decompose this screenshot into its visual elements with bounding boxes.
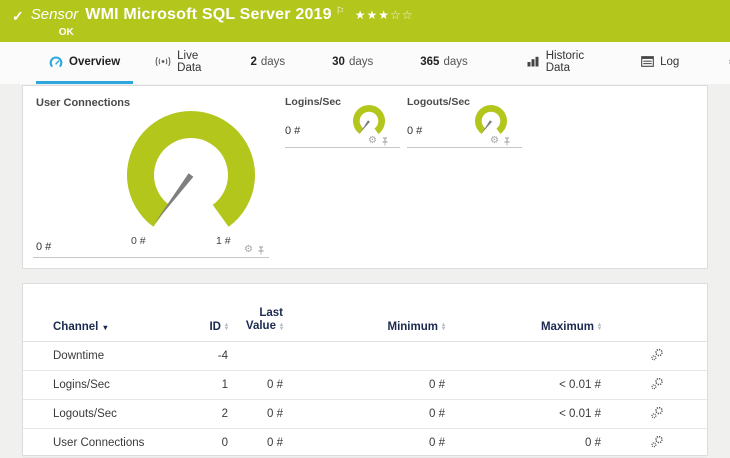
pin-icon[interactable] — [381, 136, 389, 146]
column-header-id-label: ID — [209, 321, 221, 333]
tab-365-days-label: days — [443, 55, 468, 68]
channel-last-value: 0 # — [267, 379, 283, 391]
tab-live-data[interactable]: Live Data — [142, 42, 214, 84]
channel-last-value: 0 # — [267, 408, 283, 420]
channel-minimum: 0 # — [429, 379, 445, 391]
flag-icon[interactable]: ⚐ — [336, 6, 345, 17]
sensor-title: WMI Microsoft SQL Server 2019 — [85, 6, 332, 23]
sensor-status-badge: OK — [58, 27, 74, 38]
gauge-icon — [49, 56, 63, 68]
tab-overview[interactable]: Overview — [36, 42, 134, 84]
channels-table-card: Channel ▾ ID ▴ ▾ Last Value ▴ ▾ Minimum ▴ ▾ — [22, 283, 708, 458]
gauge-panel-logouts-sec: Logouts/Sec 0 # ⚙ — [407, 96, 522, 148]
channel-last-value: 0 # — [267, 437, 283, 449]
column-header-last-label: Last — [259, 307, 283, 319]
log-list-icon — [641, 56, 654, 67]
gauge-title: Logins/Sec — [285, 96, 342, 108]
live-broadcast-icon — [155, 56, 171, 67]
tab-365-days[interactable]: 365 days — [407, 42, 480, 84]
page-content: User Connections 0 # 1 # 0 # ⚙ Logins/Se… — [0, 84, 730, 458]
channel-minimum: 0 # — [429, 408, 445, 420]
column-header-value-label: Value — [245, 320, 276, 332]
tab-2-days-number: 2 — [250, 55, 257, 68]
gear-icon[interactable]: ⚙ — [490, 136, 499, 146]
tab-365-days-number: 365 — [420, 55, 440, 68]
gauges-card: User Connections 0 # 1 # 0 # ⚙ Logins/Se… — [22, 85, 708, 269]
stars-filled: ★★★ — [354, 8, 390, 22]
sort-icon[interactable]: ▴ ▾ — [598, 322, 601, 332]
gauge-panel-logins-sec: Logins/Sec 0 # ⚙ — [285, 96, 400, 148]
channel-minimum: 0 # — [429, 437, 445, 449]
gauge-current-value: 0 # — [285, 125, 301, 137]
pin-icon[interactable] — [503, 136, 511, 146]
channel-name[interactable]: Logouts/Sec — [53, 408, 183, 420]
tab-2-days[interactable]: 2 days — [237, 42, 298, 84]
channel-name[interactable]: Downtime — [53, 350, 183, 362]
priority-star-rating[interactable]: ★★★☆☆ — [355, 8, 414, 22]
gauge-scale-max: 1 # — [216, 235, 231, 247]
gauge-scale-min: 0 # — [131, 235, 146, 247]
tab-settings[interactable]: ⚙ Settings — [715, 42, 730, 84]
sensor-header: ✓ Sensor WMI Microsoft SQL Server 2019 ⚐… — [0, 0, 730, 42]
logouts-sec-gauge — [475, 104, 507, 134]
gear-icon[interactable]: ⚙ — [244, 245, 253, 255]
channel-maximum: < 0.01 # — [559, 408, 601, 420]
table-header-row: Channel ▾ ID ▴ ▾ Last Value ▴ ▾ Minimum ▴ ▾ — [23, 284, 707, 342]
pin-icon[interactable] — [257, 245, 265, 255]
channel-id: -4 — [217, 350, 228, 362]
channel-id: 2 — [221, 408, 228, 420]
stars-empty: ☆☆ — [390, 8, 414, 22]
channel-maximum: 0 # — [585, 437, 601, 449]
sort-descending-icon[interactable]: ▾ — [103, 323, 107, 332]
column-header-minimum-label: Minimum — [387, 321, 438, 333]
logins-sec-gauge — [353, 104, 385, 134]
channel-settings-gears-icon[interactable] — [651, 348, 664, 361]
user-connections-gauge — [127, 111, 255, 227]
column-header-channel-label: Channel — [53, 321, 99, 333]
channel-settings-gears-icon[interactable] — [651, 435, 664, 448]
gauge-panel-user-connections: User Connections 0 # 1 # 0 # ⚙ — [33, 94, 269, 258]
tab-30-days-number: 30 — [332, 55, 345, 68]
channel-id: 0 — [221, 437, 228, 449]
tab-30-days-label: days — [348, 55, 374, 68]
table-row-downtime: Downtime -4 — [23, 342, 707, 371]
column-header-minimum[interactable]: Minimum ▴ ▾ — [283, 321, 446, 333]
gauge-current-value: 0 # — [36, 241, 52, 253]
tab-log[interactable]: Log — [628, 42, 692, 84]
gauge-title: Logouts/Sec — [407, 96, 471, 108]
channel-id: 1 — [221, 379, 228, 391]
channels-table: Channel ▾ ID ▴ ▾ Last Value ▴ ▾ Minimum ▴ ▾ — [23, 284, 707, 458]
tab-log-label: Log — [660, 55, 680, 68]
tab-historic-data[interactable]: Historic Data — [514, 42, 597, 84]
channel-maximum: < 0.01 # — [559, 379, 601, 391]
channel-settings-gears-icon[interactable] — [651, 377, 664, 390]
gear-icon[interactable]: ⚙ — [368, 136, 377, 146]
channel-name[interactable]: User Connections — [53, 437, 183, 449]
sensor-kind-label: Sensor — [30, 6, 79, 23]
gauge-current-value: 0 # — [407, 125, 423, 137]
table-row-user-connections: User Connections 0 0 # 0 # 0 # — [23, 429, 707, 458]
column-header-channel[interactable]: Channel ▾ — [53, 321, 183, 333]
column-header-id[interactable]: ID ▴ ▾ — [183, 321, 228, 333]
table-row-logouts-sec: Logouts/Sec 2 0 # 0 # < 0.01 # — [23, 400, 707, 429]
column-header-last-value[interactable]: Last Value ▴ ▾ — [228, 307, 283, 333]
tab-30-days[interactable]: 30 days — [319, 42, 386, 84]
channel-settings-gears-icon[interactable] — [651, 406, 664, 419]
tab-overview-label: Overview — [69, 55, 121, 68]
status-ok-check-icon: ✓ — [12, 8, 24, 24]
tab-historic-data-label: Historic Data — [545, 49, 585, 74]
tab-live-data-label: Live Data — [177, 49, 202, 74]
column-header-maximum[interactable]: Maximum ▴ ▾ — [445, 321, 601, 333]
tab-bar: Overview Live Data 2 days 30 days 365 da… — [0, 42, 730, 84]
bar-chart-icon — [527, 56, 540, 67]
column-header-maximum-label: Maximum — [540, 321, 594, 333]
channel-name[interactable]: Logins/Sec — [53, 379, 183, 391]
table-row-logins-sec: Logins/Sec 1 0 # 0 # < 0.01 # — [23, 371, 707, 400]
tab-2-days-label: days — [260, 55, 286, 68]
